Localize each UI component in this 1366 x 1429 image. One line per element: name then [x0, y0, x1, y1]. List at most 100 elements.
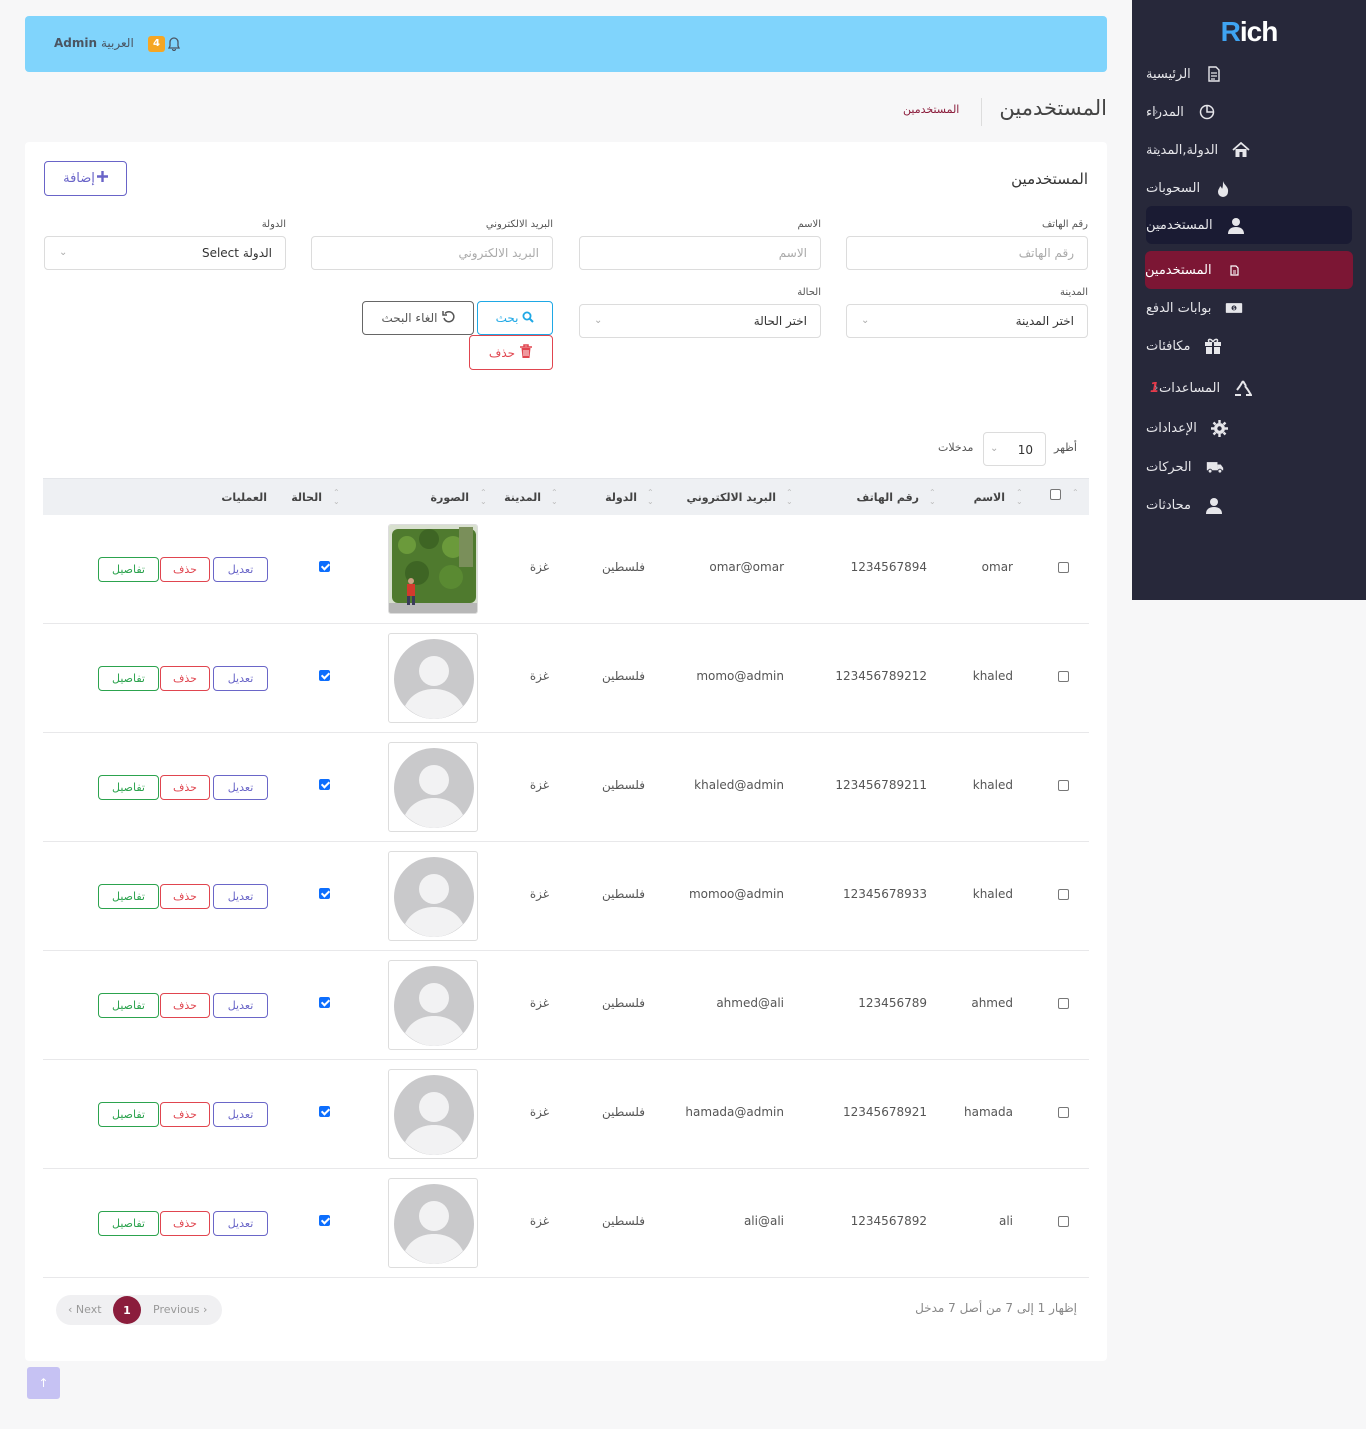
breadcrumb[interactable]: المستخدمين	[903, 103, 959, 116]
row-checkbox[interactable]	[1058, 1216, 1069, 1227]
edit-button[interactable]: تعديل	[213, 557, 268, 582]
header-email[interactable]: البريد الالكتروني	[687, 491, 776, 504]
email-input[interactable]: البريد الالكتروني	[311, 236, 553, 270]
sidebar-item-settings[interactable]: الإعدادات ‹	[1146, 410, 1352, 446]
city-select[interactable]: اختر المدينة ⌄	[846, 304, 1088, 338]
page-length-select[interactable]: 10 ⌄	[983, 432, 1046, 466]
select-all-checkbox[interactable]	[1050, 489, 1061, 500]
sort-icon[interactable]: ⌃ ⌄	[551, 488, 558, 506]
sort-icon[interactable]: ⌃	[1072, 488, 1079, 497]
header-country[interactable]: الدولة	[605, 491, 637, 504]
sort-icon[interactable]: ⌃ ⌄	[1016, 488, 1023, 506]
truck-icon	[1206, 458, 1224, 476]
status-checkbox[interactable]	[319, 779, 330, 790]
language-switcher[interactable]: العربية	[101, 36, 134, 50]
cell-name: ali	[998, 1214, 1013, 1228]
cell-email: hamada@admin	[685, 1105, 784, 1119]
edit-button[interactable]: تعديل	[213, 775, 268, 800]
bulk-delete-button[interactable]: حذف	[469, 335, 553, 370]
previous-button[interactable]: Previous ›	[153, 1303, 207, 1316]
header-phone[interactable]: رقم الهاتف	[856, 491, 919, 504]
row-checkbox[interactable]	[1058, 671, 1069, 682]
row-checkbox[interactable]	[1058, 1107, 1069, 1118]
sort-icon[interactable]: ⌃ ⌄	[929, 488, 936, 506]
sort-icon[interactable]: ⌃ ⌄	[480, 488, 487, 506]
delete-button[interactable]: حذف	[160, 993, 210, 1018]
status-checkbox[interactable]	[319, 1215, 330, 1226]
file-icon	[1226, 261, 1244, 279]
sidebar: Rich الرئيسية المدراء ‹ الدولة,المدينة ‹…	[1132, 0, 1366, 600]
sort-icon[interactable]: ⌃ ⌄	[647, 488, 654, 506]
edit-button[interactable]: تعديل	[213, 666, 268, 691]
cell-country: فلسطين	[601, 996, 645, 1010]
edit-button[interactable]: تعديل	[213, 1211, 268, 1236]
sidebar-item-payment-gateways[interactable]: $ بوابات الدفع ‹	[1146, 290, 1352, 326]
table-row: khaled 123456789212 momo@admin فلسطين غزة تعد…	[43, 624, 1089, 733]
country-select[interactable]: Select الدولة ⌄	[44, 236, 286, 270]
header-city[interactable]: المدينة	[504, 491, 541, 504]
status-checkbox[interactable]	[319, 1106, 330, 1117]
user-menu[interactable]: Admin	[54, 36, 97, 50]
sort-icon[interactable]: ⌃ ⌄	[786, 488, 793, 506]
delete-button[interactable]: حذف	[160, 666, 210, 691]
row-checkbox[interactable]	[1058, 889, 1069, 900]
phone-input[interactable]: رقم الهاتف	[846, 236, 1088, 270]
brand-logo[interactable]: Rich	[1132, 16, 1366, 48]
status-checkbox[interactable]	[319, 670, 330, 681]
header-name[interactable]: الاسم	[974, 491, 1005, 504]
row-checkbox[interactable]	[1058, 780, 1069, 791]
default-avatar-icon	[388, 1069, 478, 1159]
sidebar-item-chats[interactable]: محادثات ‹	[1146, 487, 1352, 523]
header-status[interactable]: الحالة	[291, 491, 322, 504]
sidebar-item-aid[interactable]: المساعدات 1 ‹	[1146, 370, 1352, 406]
header-photo[interactable]: الصورة	[431, 491, 469, 504]
status-checkbox[interactable]	[319, 997, 330, 1008]
add-user-button[interactable]: إضافة	[44, 161, 127, 196]
header-actions: العمليات	[221, 491, 267, 504]
cell-name: hamada	[964, 1105, 1013, 1119]
search-button[interactable]: بحث	[477, 301, 553, 335]
bell-icon[interactable]	[167, 36, 181, 55]
row-checkbox[interactable]	[1058, 562, 1069, 573]
status-select[interactable]: اختر الحالة ⌄	[579, 304, 821, 338]
sidebar-subitem-users[interactable]: المستخدمين	[1145, 251, 1353, 289]
cell-city: غزة	[529, 1105, 549, 1119]
status-checkbox[interactable]	[319, 561, 330, 572]
details-button[interactable]: تفاصيل	[98, 666, 159, 691]
details-button[interactable]: تفاصيل	[98, 557, 159, 582]
sidebar-item-transactions[interactable]: الحركات ‹	[1146, 449, 1352, 485]
cell-country: فلسطين	[601, 887, 645, 901]
name-label: الاسم	[797, 219, 821, 230]
next-button[interactable]: ‹ Next	[68, 1303, 102, 1316]
edit-button[interactable]: تعديل	[213, 884, 268, 909]
sidebar-item-country-city[interactable]: الدولة,المدينة ‹	[1146, 132, 1352, 168]
sidebar-item-managers[interactable]: المدراء ‹	[1146, 94, 1352, 130]
sort-icon[interactable]: ⌃ ⌄	[333, 488, 340, 506]
delete-button[interactable]: حذف	[160, 775, 210, 800]
delete-button[interactable]: حذف	[160, 1211, 210, 1236]
sidebar-item-users[interactable]: المستخدمين ⌄	[1146, 206, 1352, 244]
details-button[interactable]: تفاصيل	[98, 884, 159, 909]
edit-button[interactable]: تعديل	[213, 993, 268, 1018]
scroll-to-top-button[interactable]: ↑	[27, 1367, 60, 1399]
details-button[interactable]: تفاصيل	[98, 1211, 159, 1236]
sidebar-item-rewards[interactable]: مكافئات ‹	[1146, 328, 1352, 364]
delete-button[interactable]: حذف	[160, 884, 210, 909]
sidebar-item-home[interactable]: الرئيسية	[1146, 56, 1352, 92]
delete-button[interactable]: حذف	[160, 1102, 210, 1127]
cell-email: momo@admin	[696, 669, 784, 683]
name-input[interactable]: الاسم	[579, 236, 821, 270]
details-button[interactable]: تفاصيل	[98, 775, 159, 800]
row-checkbox[interactable]	[1058, 998, 1069, 1009]
details-button[interactable]: تفاصيل	[98, 993, 159, 1018]
cancel-search-button[interactable]: الغاء البحث	[362, 301, 474, 335]
page-1-button[interactable]: 1	[113, 1296, 141, 1324]
sidebar-item-draws[interactable]: السحوبات ‹	[1146, 170, 1352, 206]
status-checkbox[interactable]	[319, 888, 330, 899]
details-button[interactable]: تفاصيل	[98, 1102, 159, 1127]
user-icon	[1205, 496, 1223, 514]
edit-button[interactable]: تعديل	[213, 1102, 268, 1127]
cell-country: فلسطين	[601, 1105, 645, 1119]
delete-button[interactable]: حذف	[160, 557, 210, 582]
users-card: المستخدمين إضافة رقم الهاتف رقم الهاتف ا…	[25, 142, 1107, 1361]
